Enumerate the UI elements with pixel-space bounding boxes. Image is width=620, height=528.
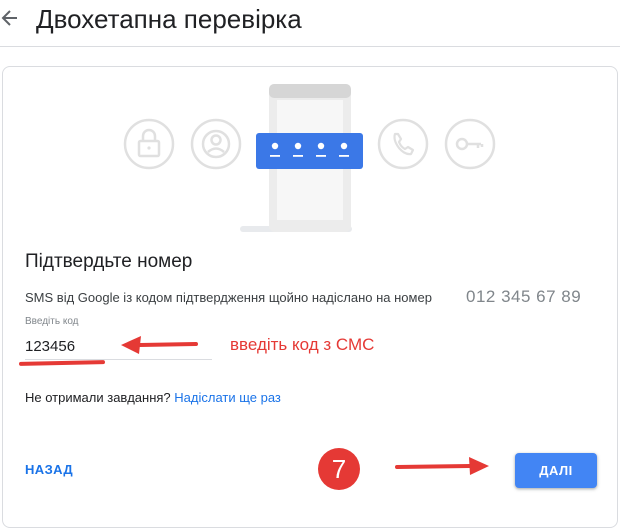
code-input[interactable] bbox=[25, 335, 212, 357]
phone-call-icon bbox=[377, 118, 429, 170]
resend-row: Не отримали завдання? Надіслати ще раз bbox=[25, 389, 281, 407]
person-icon bbox=[190, 118, 242, 170]
resend-link[interactable]: Надіслати ще раз bbox=[174, 390, 281, 405]
next-button[interactable]: ДАЛІ bbox=[515, 453, 597, 488]
sms-sent-description: SMS від Google із кодом підтвердження що… bbox=[25, 290, 432, 305]
code-field: Введіть код bbox=[18, 315, 212, 366]
confirm-number-heading: Підтвердьте номер bbox=[25, 251, 193, 272]
lock-icon bbox=[123, 118, 175, 170]
code-input-underline bbox=[25, 359, 212, 360]
phone-number: 012 345 67 89 bbox=[466, 287, 582, 306]
code-field-label: Введіть код bbox=[25, 316, 79, 327]
key-icon bbox=[444, 118, 496, 170]
resend-question: Не отримали завдання? bbox=[25, 390, 171, 405]
verification-illustration bbox=[123, 84, 496, 232]
annotation-hint-text: введіть код з СМС bbox=[230, 335, 375, 354]
code-box bbox=[256, 133, 363, 169]
back-button[interactable]: НАЗАД bbox=[25, 462, 73, 477]
step-number-badge: 7 bbox=[318, 448, 360, 490]
